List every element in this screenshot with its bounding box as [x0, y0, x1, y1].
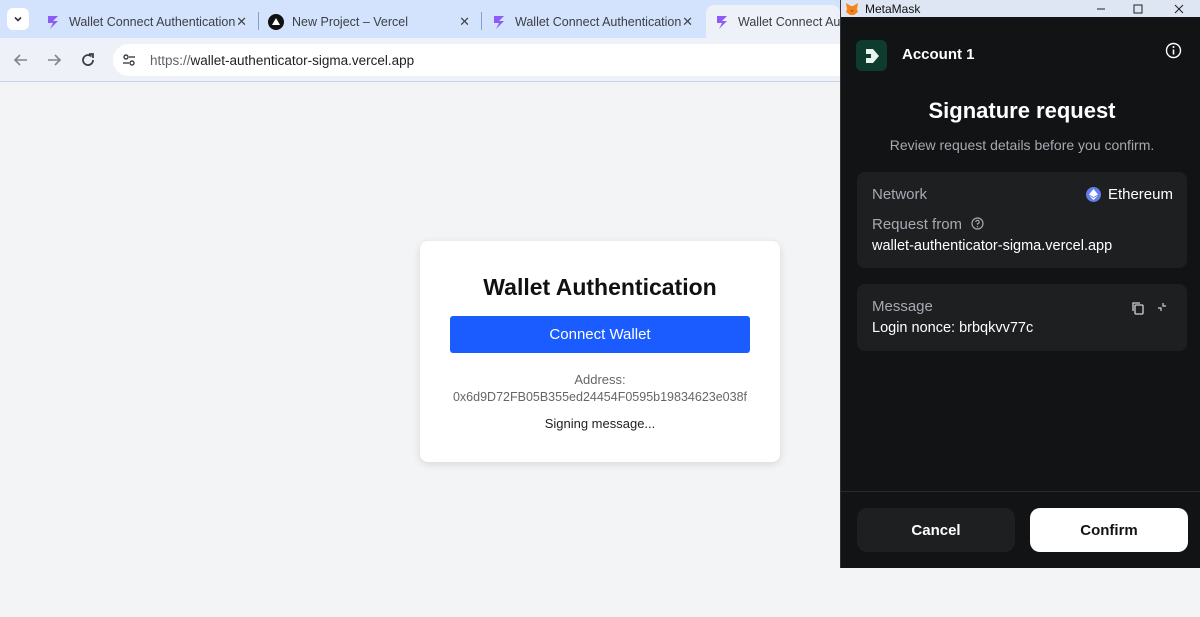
- purple-bolt-icon: [45, 14, 61, 30]
- tab-separator: [481, 12, 482, 30]
- tab-title: New Project – Vercel: [292, 14, 409, 29]
- chevron-down-icon: [14, 16, 22, 22]
- vercel-triangle-icon: [268, 13, 284, 30]
- minimize-icon: [1097, 8, 1105, 9]
- arrow-left-icon: [13, 54, 27, 66]
- network-label: Network: [872, 186, 928, 203]
- maximize-icon: [1133, 4, 1143, 13]
- address-bar[interactable]: https://wallet-authenticator-sigma.verce…: [113, 44, 873, 76]
- url-host: wallet-authenticator-sigma.vercel.app: [190, 52, 415, 68]
- signature-subtitle: Review request details before you confir…: [889, 137, 1155, 153]
- tab-close-icon[interactable]: ✕: [682, 14, 693, 30]
- tab-title: Wallet Connect Authe: [738, 14, 840, 29]
- page-title: Wallet Authentication: [483, 274, 717, 300]
- collapse-icon[interactable]: [1156, 301, 1168, 313]
- message-label: Message: [872, 298, 933, 315]
- request-details-panel: Network Ethereum Request from wallet-aut…: [857, 172, 1187, 268]
- tab-wallet-connect-2[interactable]: Wallet Connect Authentication ✕: [483, 5, 703, 38]
- forward-button[interactable]: [43, 49, 65, 71]
- tab-search-button[interactable]: [7, 8, 29, 30]
- wallet-auth-card: Wallet Authentication Connect Wallet Add…: [420, 241, 780, 462]
- tab-wallet-connect-1[interactable]: Wallet Connect Authentication ✕: [37, 5, 257, 38]
- address-label: Address:: [574, 372, 626, 387]
- footer-divider: [841, 491, 1200, 492]
- tab-close-icon[interactable]: ✕: [236, 14, 247, 30]
- message-panel: Message Login nonce: brbqkvv77c: [857, 284, 1187, 351]
- address-value: 0x6d9D72FB05B355ed24454F0595b19834623e03…: [452, 390, 747, 404]
- signature-title: Signature request: [928, 98, 1116, 123]
- tab-title: Wallet Connect Authentication: [69, 14, 236, 29]
- tab-separator: [258, 12, 259, 30]
- ethereum-icon: [1085, 187, 1101, 202]
- close-window-button[interactable]: [1161, 0, 1197, 17]
- purple-bolt-icon: [491, 14, 507, 30]
- url-text[interactable]: https://wallet-authenticator-sigma.verce…: [150, 53, 414, 68]
- copy-icon[interactable]: [1131, 301, 1145, 315]
- network-value: Ethereum: [1085, 186, 1173, 203]
- account-identicon-icon: [865, 48, 879, 63]
- minimize-button[interactable]: [1083, 0, 1119, 17]
- confirm-button[interactable]: Confirm: [1030, 508, 1188, 552]
- tab-close-icon[interactable]: ✕: [459, 14, 470, 30]
- account-avatar[interactable]: [856, 40, 887, 71]
- tab-title: Wallet Connect Authentication: [515, 14, 682, 29]
- window-title: MetaMask: [865, 1, 921, 16]
- tab-wallet-connect-active[interactable]: Wallet Connect Authe: [706, 5, 840, 38]
- metamask-fox-icon: [845, 2, 859, 16]
- message-value: Login nonce: brbqkvv77c: [872, 320, 1034, 336]
- purple-bolt-icon: [714, 14, 730, 30]
- cancel-button[interactable]: Cancel: [857, 508, 1015, 552]
- request-from-label: Request from: [872, 216, 984, 233]
- site-settings-icon[interactable]: [116, 47, 142, 73]
- back-button[interactable]: [10, 49, 32, 71]
- info-icon[interactable]: [1165, 42, 1182, 59]
- connect-wallet-button[interactable]: Connect Wallet: [450, 316, 750, 353]
- reload-button[interactable]: [77, 49, 99, 71]
- request-from-value: wallet-authenticator-sigma.vercel.app: [872, 238, 1113, 254]
- metamask-window: MetaMask Account 1 Signature request Rev…: [840, 0, 1200, 568]
- arrow-right-icon: [48, 54, 62, 66]
- url-scheme: https://: [150, 52, 191, 68]
- metamask-titlebar: MetaMask: [841, 0, 1200, 17]
- maximize-button[interactable]: [1120, 0, 1156, 17]
- question-icon[interactable]: [971, 217, 984, 230]
- status-text: Signing message...: [544, 416, 656, 431]
- network-name: Ethereum: [1107, 186, 1173, 203]
- account-name[interactable]: Account 1: [902, 46, 975, 63]
- close-icon: [1174, 4, 1184, 13]
- reload-icon: [82, 53, 94, 66]
- request-from-text: Request from: [872, 216, 963, 233]
- tab-vercel[interactable]: New Project – Vercel ✕: [260, 5, 480, 38]
